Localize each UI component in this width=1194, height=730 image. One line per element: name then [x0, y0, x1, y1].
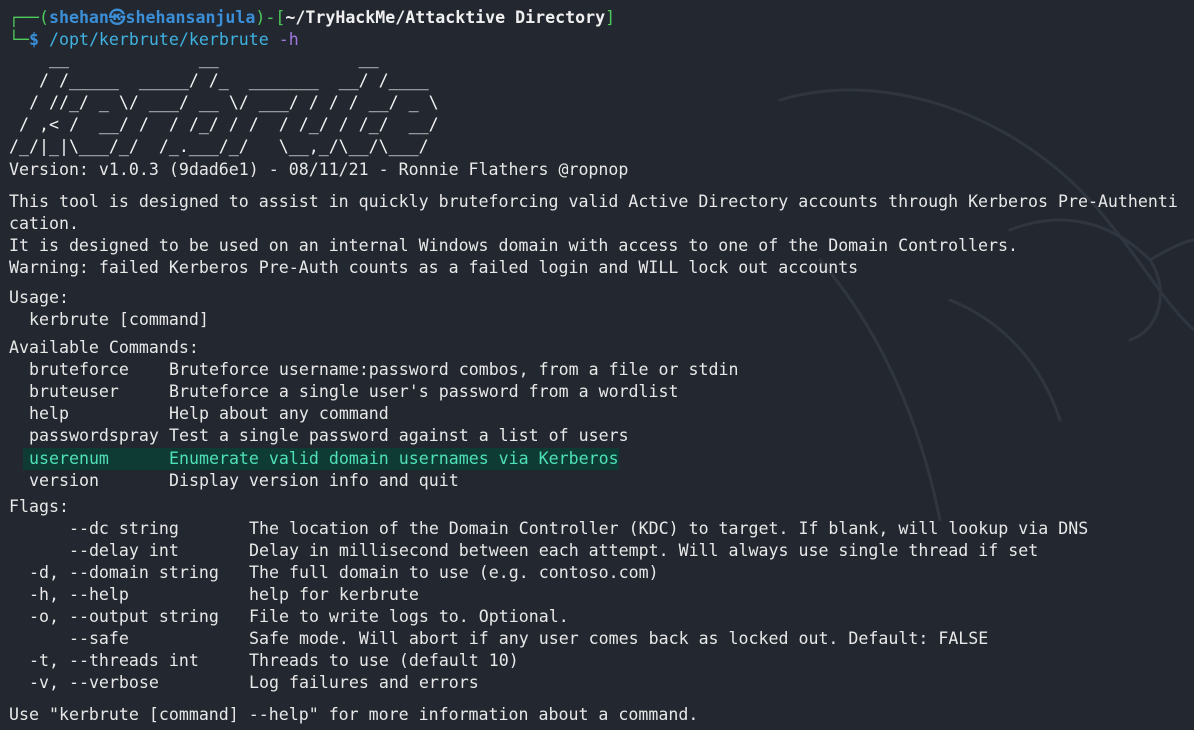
flag-desc: help for kerbrute — [249, 585, 419, 604]
flags-header: Flags: — [9, 497, 69, 516]
prompt-separator: )-[ — [255, 8, 286, 27]
flag-name: -o, --output string — [29, 607, 219, 626]
flag-name: -t, --threads int — [29, 651, 199, 670]
command-text: /opt/kerbrute/kerbrute — [48, 30, 269, 49]
command-name: bruteuser — [29, 382, 119, 401]
terminal-output: ┌──(shehan㉿shehansanjula)-[~/TryHackMe/A… — [0, 0, 1194, 730]
prompt-line: ┌──(shehan㉿shehansanjula)-[~/TryHackMe/A… — [9, 7, 615, 29]
prompt-path: ~/TryHackMe/Attacktive Directory — [285, 8, 606, 27]
usage-header: Usage: — [9, 288, 69, 307]
command-desc: Bruteforce username:password combos, fro… — [169, 360, 739, 379]
usage-line: kerbrute [command] — [9, 310, 209, 329]
command-name: version — [29, 471, 99, 490]
flag-desc: Threads to use (default 10) — [249, 651, 519, 670]
description-line: It is designed to be used on an internal… — [9, 236, 1019, 255]
flag-name: -d, --domain string — [29, 563, 219, 582]
ascii-banner-line: / ,< / __/ / / /_/ / / / /_/ / /_/ __/ — [9, 115, 439, 134]
prompt-corner-top: ┌──( — [9, 8, 49, 27]
flag-name: -v, --verbose — [29, 673, 159, 692]
ascii-banner-line: /_/|_|\___/_/ /_.___/_/ \__,_/\__/\___/ — [9, 137, 439, 156]
prompt-at-icon: ㉿ — [108, 8, 126, 27]
command-desc: Help about any command — [169, 404, 389, 423]
flag-name: --safe — [29, 629, 129, 648]
terminal-window[interactable]: { "prompt": { "corner_top": "┌──(", "use… — [0, 0, 1194, 730]
flag-desc: Log failures and errors — [249, 673, 479, 692]
flag-desc: Delay in millisecond between each attemp… — [249, 541, 1039, 560]
ascii-banner-line: / //_/ _ \/ ___/ __ \/ ___/ / / / __/ _ … — [9, 93, 439, 112]
command-name: passwordspray — [29, 426, 159, 445]
version-line: Version: v1.0.3 (9dad6e1) - 08/11/21 - R… — [9, 160, 629, 179]
ascii-banner: __ __ __ / /_____ _____/ /_ _______ __/ … — [9, 48, 439, 158]
prompt-corner-bottom: └─ — [9, 30, 29, 49]
prompt-close: ] — [605, 8, 616, 27]
flag-desc: The location of the Domain Controller (K… — [249, 519, 1089, 538]
warning-line: Warning: failed Kerberos Pre-Auth counts… — [9, 258, 859, 277]
command-arg: -h — [278, 30, 299, 49]
command-desc: Test a single password against a list of… — [169, 426, 629, 445]
command-desc-highlighted[interactable]: Enumerate valid domain usernames via Ker… — [169, 448, 619, 470]
command-name-highlighted[interactable]: userenum — [29, 448, 109, 470]
command-name: help — [29, 404, 69, 423]
ascii-banner-line: / /_____ _____/ /_ _______ __/ /____ — [9, 71, 439, 90]
description-line: This tool is designed to assist in quick… — [9, 192, 1178, 211]
prompt-host: shehansanjula — [125, 8, 256, 27]
flag-desc: File to write logs to. Optional. — [249, 607, 569, 626]
flag-desc: Safe mode. Will abort if any user comes … — [249, 629, 989, 648]
commands-header: Available Commands: — [9, 338, 199, 357]
command-name: bruteforce — [29, 360, 129, 379]
command-desc: Display version info and quit — [169, 471, 459, 490]
flag-name: -h, --help — [29, 585, 129, 604]
command-desc: Bruteforce a single user's password from… — [169, 382, 679, 401]
flag-name: --dc string — [29, 519, 179, 538]
description-line: cation. — [9, 214, 79, 233]
ascii-banner-line: __ __ __ — [9, 49, 429, 68]
prompt-user: shehan — [48, 8, 109, 27]
flag-name: --delay int — [29, 541, 179, 560]
prompt-dollar: $ — [28, 30, 39, 49]
flag-desc: The full domain to use (e.g. contoso.com… — [249, 563, 659, 582]
footer-line: Use "kerbrute [command] --help" for more… — [9, 705, 699, 724]
